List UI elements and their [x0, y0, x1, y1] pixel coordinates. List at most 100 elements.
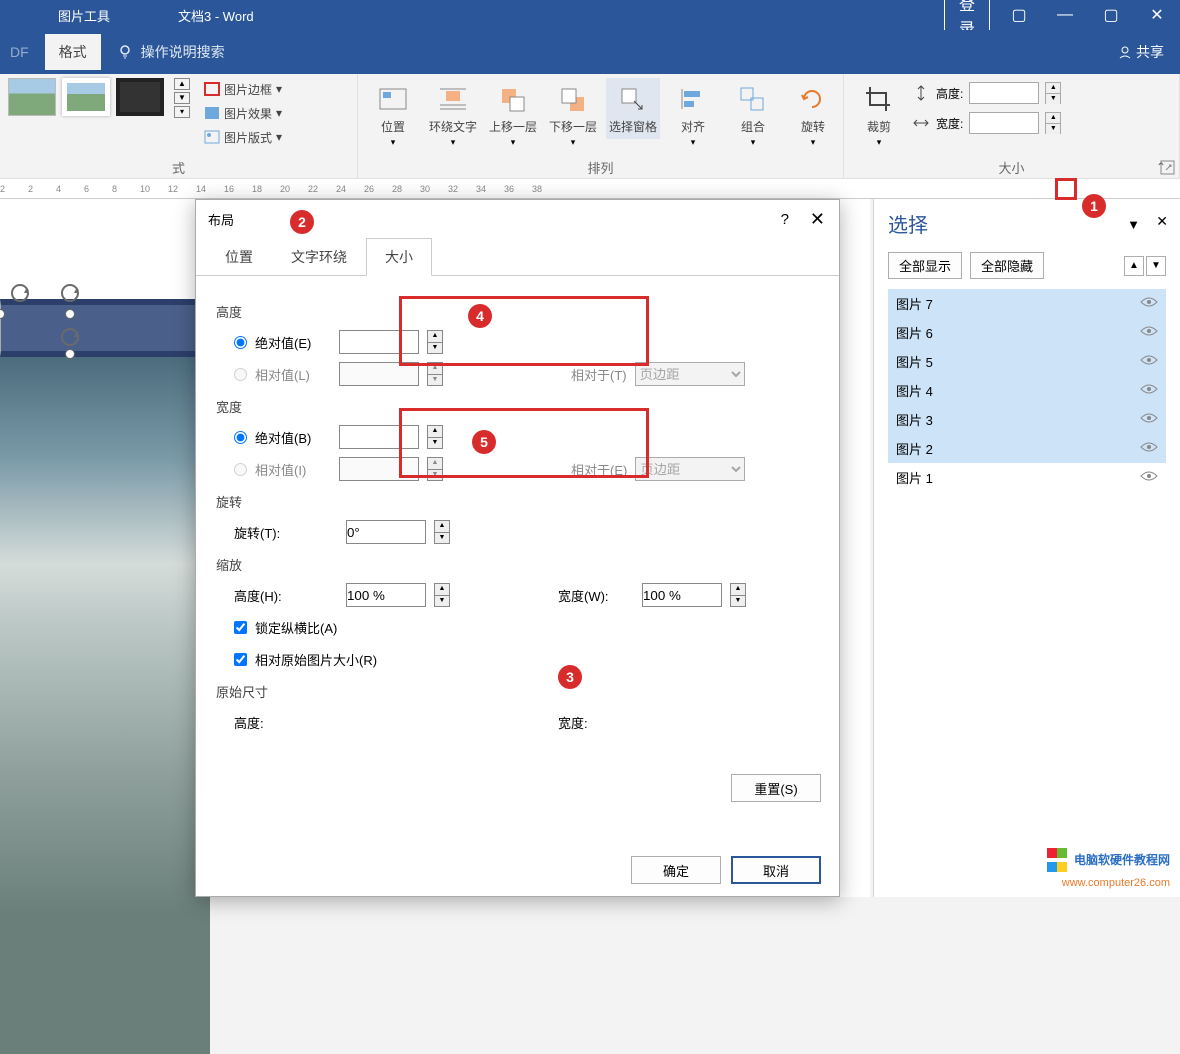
move-down-button[interactable]: ▼: [1146, 256, 1166, 276]
selection-list-item[interactable]: 图片 3: [888, 405, 1166, 434]
picture-style-3[interactable]: [116, 78, 164, 116]
height-absolute-radio[interactable]: [234, 336, 247, 349]
visibility-toggle-icon[interactable]: [1140, 383, 1158, 398]
inserted-image[interactable]: [0, 354, 210, 1054]
rotate-spinner[interactable]: ▲▼: [434, 520, 450, 544]
height-absolute-input[interactable]: [339, 330, 419, 354]
rotate-handle-icon-2[interactable]: [58, 281, 82, 305]
height-spinner[interactable]: ▲▼: [1045, 82, 1061, 104]
rotate-handle-icon-3[interactable]: [58, 325, 82, 349]
position-icon: [376, 82, 410, 116]
send-backward-button[interactable]: 下移一层▾: [546, 78, 600, 152]
pane-options-icon[interactable]: ▼: [1127, 217, 1140, 232]
scale-h-spinner[interactable]: ▲▼: [434, 583, 450, 607]
rotate-input[interactable]: [346, 520, 426, 544]
picture-style-1[interactable]: [8, 78, 56, 116]
selection-list-item[interactable]: 图片 2: [888, 434, 1166, 463]
lock-ratio-checkbox[interactable]: [234, 621, 247, 634]
picture-layout-button[interactable]: 图片版式▾: [204, 126, 282, 148]
dialog-tab-wrap[interactable]: 文字环绕: [272, 238, 366, 276]
visibility-toggle-icon[interactable]: [1140, 354, 1158, 369]
align-button[interactable]: 对齐▾: [666, 78, 720, 152]
selection-list-item[interactable]: 图片 6: [888, 318, 1166, 347]
selection-list-item[interactable]: 图片 4: [888, 376, 1166, 405]
selection-list-item[interactable]: 图片 1: [888, 463, 1166, 492]
width-abs-spinner[interactable]: ▲▼: [427, 425, 443, 449]
rotate-button[interactable]: 旋转▾: [786, 78, 840, 152]
share-icon: [1118, 45, 1132, 59]
help-icon[interactable]: ?: [781, 211, 789, 228]
ok-button[interactable]: 确定: [631, 856, 721, 884]
cancel-button[interactable]: 取消: [731, 856, 821, 884]
picture-border-button[interactable]: 图片边框▾: [204, 78, 282, 100]
minimize-icon[interactable]: —: [1042, 6, 1088, 24]
picture-style-2[interactable]: [62, 78, 110, 116]
gallery-up-icon[interactable]: ▲: [174, 78, 190, 90]
maximize-icon[interactable]: ▢: [1088, 5, 1134, 25]
layout-dialog: 布局 ? ✕ 位置 文字环绕 大小 高度 绝对值(E)▲▼ 相对值(L)▲▼ 相…: [195, 199, 840, 897]
dialog-tab-size[interactable]: 大小: [366, 238, 432, 276]
tab-dof[interactable]: DF: [10, 36, 45, 68]
group-icon: [736, 82, 770, 116]
scale-height-input[interactable]: [346, 583, 426, 607]
close-pane-icon[interactable]: ✕: [1156, 213, 1168, 230]
height-abs-spinner[interactable]: ▲▼: [427, 330, 443, 354]
tab-format[interactable]: 格式: [45, 34, 101, 70]
collapse-ribbon-icon[interactable]: ⌃: [1156, 160, 1166, 174]
selection-pane-title: 选择: [888, 209, 1166, 238]
hide-all-button[interactable]: 全部隐藏: [970, 252, 1044, 279]
ruler-mark: 36: [504, 184, 518, 194]
visibility-toggle-icon[interactable]: [1140, 470, 1158, 485]
width-spinner[interactable]: ▲▼: [1045, 112, 1061, 134]
height-input[interactable]: [969, 82, 1039, 104]
gallery-more-icon[interactable]: ▾: [174, 106, 190, 118]
selected-shape[interactable]: [0, 299, 210, 357]
selection-list-item[interactable]: 图片 5: [888, 347, 1166, 376]
reset-button[interactable]: 重置(S): [731, 774, 821, 802]
visibility-toggle-icon[interactable]: [1140, 325, 1158, 340]
document-title: 文档3 - Word: [178, 6, 254, 25]
border-icon: [204, 82, 220, 96]
crop-icon: [862, 82, 896, 116]
bring-forward-button[interactable]: 上移一层▾: [486, 78, 540, 152]
lightbulb-icon: [117, 44, 133, 60]
visibility-toggle-icon[interactable]: [1140, 441, 1158, 456]
wrap-text-button[interactable]: 环绕文字▾: [426, 78, 480, 152]
group-button[interactable]: 组合▾: [726, 78, 780, 152]
width-absolute-radio[interactable]: [234, 431, 247, 444]
group-label-arrange: 排列: [366, 156, 835, 178]
selection-handle[interactable]: [65, 309, 75, 319]
ribbon: ▲ ▼ ▾ 图片边框▾ 图片效果▾ 图片版式▾ 式 位置▾ 环绕文字▾ 上移一层…: [0, 74, 1180, 179]
dialog-tab-position[interactable]: 位置: [206, 238, 272, 276]
crop-button[interactable]: 裁剪▾: [852, 78, 906, 152]
height-icon: [912, 84, 930, 102]
position-button[interactable]: 位置▾: [366, 78, 420, 152]
scale-width-input[interactable]: [642, 583, 722, 607]
scale-w-spinner[interactable]: ▲▼: [730, 583, 746, 607]
layout-icon: [204, 130, 220, 144]
ruler-mark: 30: [420, 184, 434, 194]
visibility-toggle-icon[interactable]: [1140, 412, 1158, 427]
selection-list-item[interactable]: 图片 7: [888, 289, 1166, 318]
visibility-toggle-icon[interactable]: [1140, 296, 1158, 311]
close-icon[interactable]: ✕: [1134, 5, 1180, 25]
width-absolute-input[interactable]: [339, 425, 419, 449]
tell-me-search[interactable]: 操作说明搜索: [117, 42, 225, 62]
ribbon-display-icon[interactable]: ▢: [996, 5, 1042, 25]
bring-fwd-icon: [496, 82, 530, 116]
show-all-button[interactable]: 全部显示: [888, 252, 962, 279]
rotate-handle-icon-1[interactable]: [8, 281, 32, 305]
dialog-titlebar: 布局 ? ✕: [196, 200, 839, 238]
selection-pane-button[interactable]: 选择窗格: [606, 78, 660, 139]
ruler-mark: 16: [224, 184, 238, 194]
dialog-close-icon[interactable]: ✕: [810, 209, 825, 230]
gallery-down-icon[interactable]: ▼: [174, 92, 190, 104]
move-up-button[interactable]: ▲: [1124, 256, 1144, 276]
picture-effects-button[interactable]: 图片效果▾: [204, 102, 282, 124]
relative-original-checkbox[interactable]: [234, 653, 247, 666]
ruler-mark: 34: [476, 184, 490, 194]
ruler-mark: 28: [392, 184, 406, 194]
share-button[interactable]: 共享: [1118, 42, 1164, 62]
width-input[interactable]: [969, 112, 1039, 134]
selection-handle[interactable]: [65, 349, 75, 359]
